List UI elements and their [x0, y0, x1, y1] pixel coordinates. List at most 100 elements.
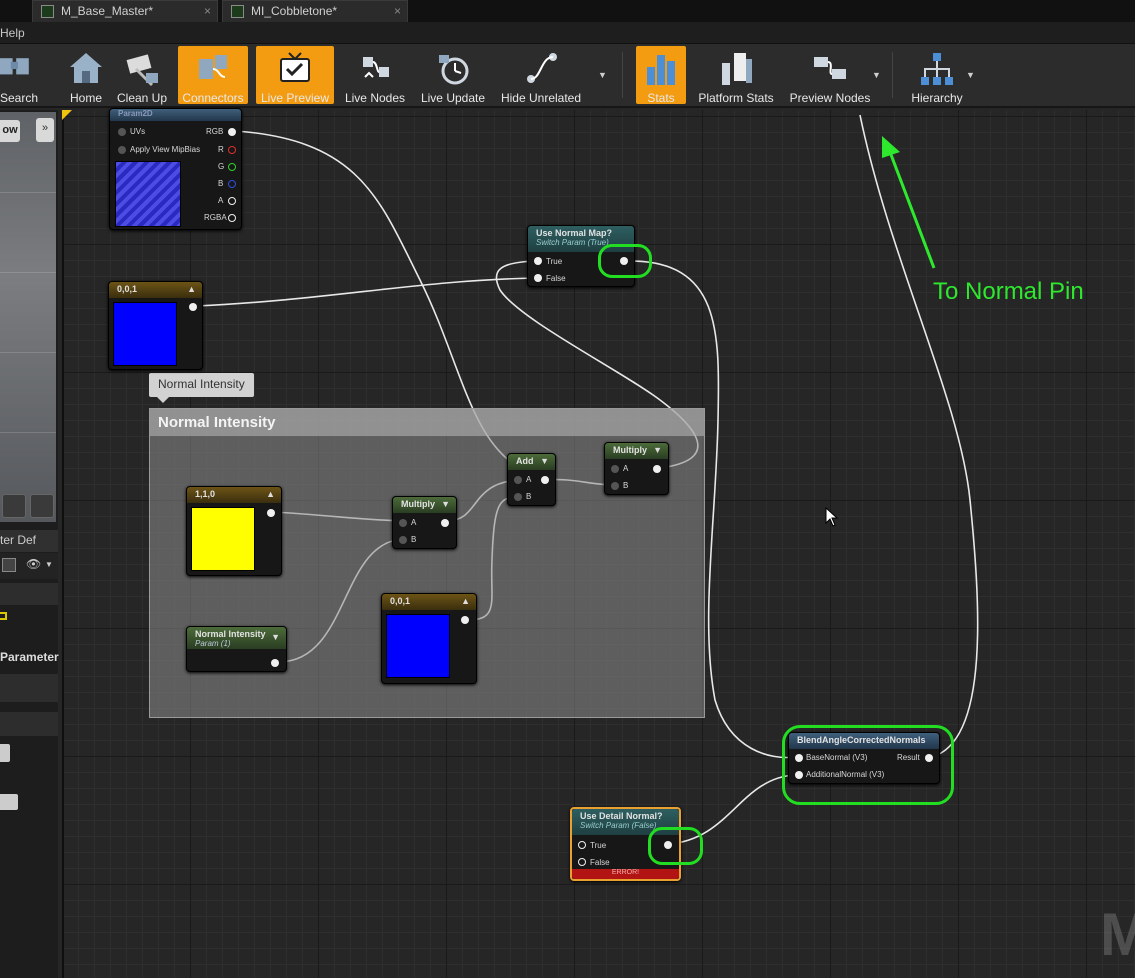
input-pin-b[interactable] — [611, 482, 619, 490]
chevron-down-icon[interactable]: ▼ — [653, 445, 662, 455]
grid-view-icon[interactable] — [2, 558, 16, 572]
input-pin[interactable] — [118, 128, 126, 136]
tab-mi-cobbletone[interactable]: MI_Cobbletone* × — [222, 0, 408, 22]
input-pin-false[interactable] — [578, 858, 586, 866]
platform-stats-button[interactable]: Platform Stats — [694, 46, 778, 105]
multiply-node[interactable]: Multiply ▼ A B — [604, 442, 669, 495]
chevron-down-icon[interactable]: ▼ — [441, 499, 450, 509]
constant-vector-node[interactable]: 0,0,1 ▲ — [381, 593, 477, 684]
input-pin-true[interactable] — [534, 257, 542, 265]
highlight-ring — [648, 827, 703, 865]
clean-up-button[interactable]: Clean Up — [114, 46, 170, 105]
search-button[interactable]: Search — [0, 46, 38, 105]
collapse-icon[interactable]: ▲ — [266, 489, 275, 499]
parameter-pin-icon — [0, 612, 7, 620]
collapse-icon[interactable]: ▲ — [187, 284, 196, 294]
live-nodes-button[interactable]: Live Nodes — [342, 46, 408, 105]
input-pin-b[interactable] — [399, 536, 407, 544]
hide-unrelated-button[interactable]: Hide Unrelated — [498, 46, 584, 105]
node-title: 0,0,1 — [390, 596, 411, 606]
tab-label: M_Base_Master* — [61, 4, 154, 18]
dropdown[interactable] — [0, 744, 10, 762]
color-swatch — [113, 302, 177, 366]
input-pin-a[interactable] — [399, 519, 407, 527]
material-icon — [41, 5, 54, 18]
multiply-node[interactable]: Multiply ▼ A B — [392, 496, 457, 549]
output-pin-r[interactable] — [228, 146, 236, 154]
output-pin-a[interactable] — [228, 197, 236, 205]
add-node[interactable]: Add ▼ A B — [507, 453, 556, 506]
output-pin-rgba[interactable] — [228, 214, 236, 222]
output-pin[interactable] — [441, 519, 449, 527]
bar-chart-icon — [647, 55, 675, 85]
output-pin[interactable] — [271, 659, 279, 667]
color-swatch — [386, 614, 450, 678]
close-icon[interactable]: × — [204, 4, 211, 18]
cube-icon[interactable] — [2, 494, 26, 518]
chevron-down-icon[interactable]: ▼ — [540, 456, 549, 466]
preview-nodes-button[interactable]: Preview Nodes — [788, 46, 872, 105]
tab-parameter-defaults[interactable]: ter Def — [0, 530, 58, 552]
input-pin-true[interactable] — [578, 841, 586, 849]
output-pin-b[interactable] — [228, 180, 236, 188]
input-pin-a[interactable] — [514, 476, 522, 484]
normal-intensity-param-node[interactable]: Normal Intensity Param (1) ▼ — [186, 626, 287, 672]
output-pin[interactable] — [267, 509, 275, 517]
eye-icon[interactable]: 👁 — [26, 557, 41, 571]
live-update-button[interactable]: Live Update — [418, 46, 488, 105]
connectors-button[interactable]: Connectors — [178, 46, 248, 105]
color-swatch — [191, 507, 255, 571]
chevron-down-icon[interactable]: ▼ — [271, 632, 280, 642]
constant-vector-node[interactable]: 1,1,0 ▲ — [186, 486, 282, 576]
node-title: 1,1,0 — [195, 489, 216, 499]
texture-sample-node[interactable]: Param2D UVs Apply View MipBias RGB R G B… — [109, 108, 242, 230]
live-nodes-icon — [363, 57, 389, 78]
chevron-down-icon[interactable]: ▼ — [872, 70, 881, 80]
clock-refresh-icon — [439, 55, 469, 85]
node-header: Param2D — [110, 109, 241, 121]
chevron-down-icon[interactable]: ▼ — [966, 70, 975, 80]
input-pin[interactable] — [118, 146, 126, 154]
sphere-icon[interactable] — [30, 494, 54, 518]
output-pin-g[interactable] — [228, 163, 236, 171]
graph-corner-marker — [62, 110, 72, 120]
input-pin-false[interactable] — [534, 274, 542, 282]
output-pin-rgb[interactable] — [228, 128, 236, 136]
watermark: M — [1100, 901, 1135, 968]
preview-viewport[interactable] — [0, 112, 56, 522]
hierarchy-button[interactable]: Hierarchy — [906, 46, 968, 105]
input-pin-b[interactable] — [514, 493, 522, 501]
platform-stats-icon — [722, 53, 752, 85]
output-pin[interactable] — [541, 476, 549, 484]
toolbar-separator — [892, 52, 893, 98]
home-button[interactable]: Home — [62, 46, 110, 105]
input-pin-a[interactable] — [611, 465, 619, 473]
expand-button[interactable]: » — [36, 118, 54, 142]
menu-help[interactable]: Help — [0, 26, 25, 40]
output-pin[interactable] — [653, 465, 661, 473]
node-title: Add — [516, 456, 534, 466]
close-icon[interactable]: × — [394, 4, 401, 18]
comment-bubble[interactable]: Normal Intensity — [149, 373, 254, 403]
comment-title: Normal Intensity — [150, 409, 704, 436]
chevron-down-icon[interactable]: ▼ — [598, 70, 607, 80]
constant-vector-node[interactable]: 0,0,1 ▲ — [108, 281, 203, 370]
chevron-down-icon[interactable]: ▼ — [45, 560, 53, 569]
viewport-view-button[interactable]: ow — [0, 120, 20, 142]
output-pin[interactable] — [461, 616, 469, 624]
value-field[interactable] — [0, 794, 18, 810]
tab-label: MI_Cobbletone* — [251, 4, 338, 18]
stats-button[interactable]: Stats — [636, 46, 686, 105]
node-title: Multiply — [613, 445, 647, 455]
toolbar-separator — [622, 52, 623, 98]
details-section-header — [0, 583, 58, 605]
live-preview-button[interactable]: Live Preview — [256, 46, 334, 105]
annotation-text: To Normal Pin — [933, 278, 1084, 305]
collapse-icon[interactable]: ▲ — [461, 596, 470, 606]
menu-bar: Help — [0, 22, 1135, 44]
highlight-ring — [782, 725, 954, 805]
node-title: Use Normal Map? — [536, 228, 613, 238]
hierarchy-icon — [921, 53, 953, 85]
tab-m-base-master[interactable]: M_Base_Master* × — [32, 0, 218, 22]
output-pin[interactable] — [189, 303, 197, 311]
